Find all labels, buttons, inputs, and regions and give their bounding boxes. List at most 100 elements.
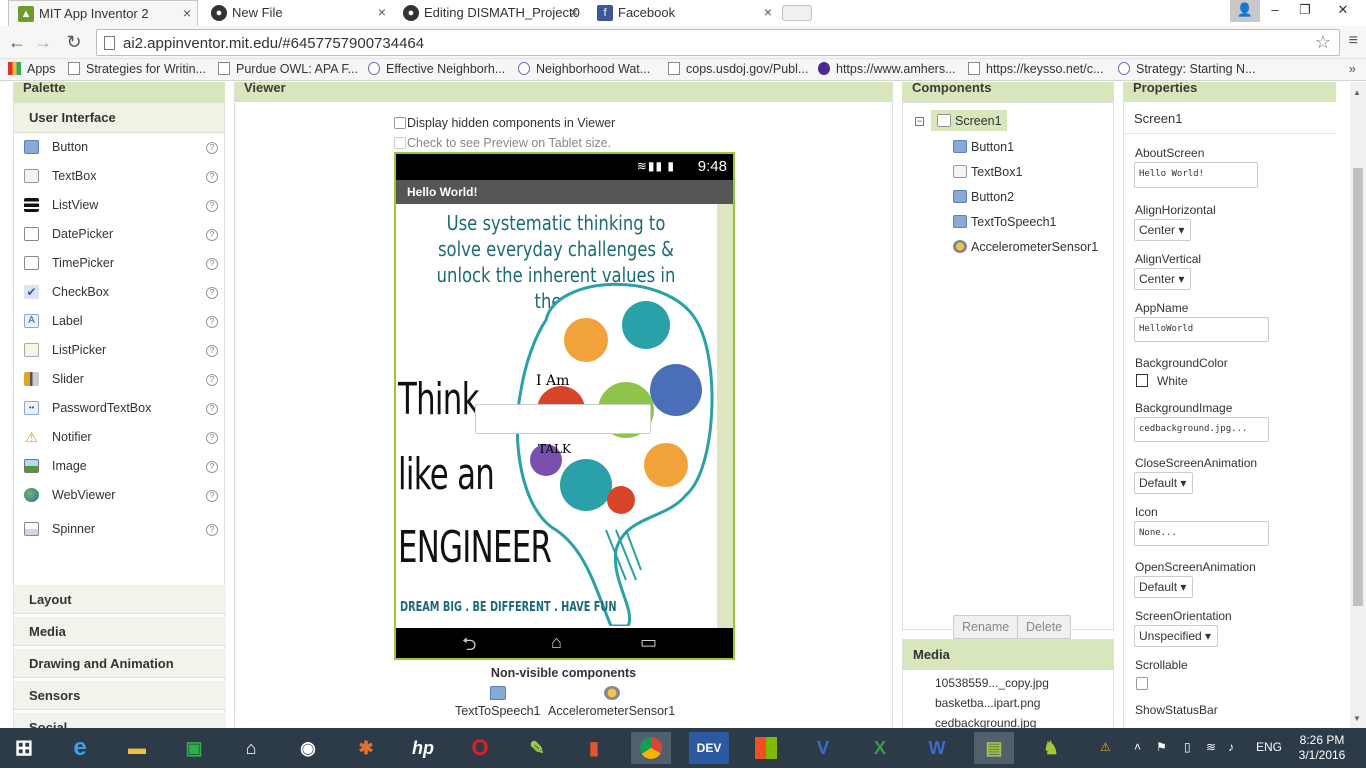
- palette-item-listpicker[interactable]: ListPicker?: [14, 336, 224, 365]
- new-tab-button[interactable]: [782, 5, 812, 21]
- bookmark-item[interactable]: Strategy: Starting N...: [1118, 62, 1256, 76]
- file-explorer-icon[interactable]: ▬: [117, 732, 157, 764]
- checkbox[interactable]: [394, 137, 406, 149]
- bookmark-item[interactable]: Neighborhood Wat...: [518, 62, 650, 76]
- help-icon[interactable]: ?: [206, 229, 218, 241]
- back-icon[interactable]: ←: [6, 31, 28, 53]
- palette-item-spinner[interactable]: Spinner?: [14, 515, 224, 544]
- visio-icon[interactable]: V: [803, 732, 843, 764]
- bookmark-item[interactable]: Effective Neighborh...: [368, 62, 505, 76]
- office-icon[interactable]: ▮: [574, 732, 614, 764]
- palette-item-webviewer[interactable]: WebViewer?: [14, 481, 224, 510]
- tree-node-texttospeech1[interactable]: TextToSpeech1: [953, 215, 1056, 229]
- collapse-icon[interactable]: −: [915, 117, 924, 126]
- window-close-button[interactable]: ✕: [1320, 0, 1366, 22]
- ms-icon[interactable]: [746, 732, 786, 764]
- alignvertical-select[interactable]: Center ▾: [1134, 268, 1192, 290]
- dev-icon[interactable]: DEV: [689, 732, 729, 764]
- checkbox[interactable]: [394, 117, 406, 129]
- appname-input[interactable]: HelloWorld: [1134, 317, 1269, 342]
- help-icon[interactable]: ?: [206, 287, 218, 299]
- palette-item-image[interactable]: Image?: [14, 452, 224, 481]
- bookmarks-more-icon[interactable]: »: [1349, 61, 1356, 76]
- media-file[interactable]: 10538559..._copy.jpg: [903, 673, 1113, 693]
- palette-item-passwordtextbox[interactable]: •• PasswordTextBox?: [14, 394, 224, 423]
- backgroundimage-input[interactable]: cedbackground.jpg...: [1134, 417, 1269, 442]
- aboutscreen-input[interactable]: Hello World!: [1134, 162, 1258, 188]
- tree-node-screen1[interactable]: Screen1: [931, 110, 1007, 131]
- help-icon[interactable]: ?: [206, 461, 218, 473]
- palette-item-textbox[interactable]: TextBox?: [14, 162, 224, 191]
- scroll-up-icon[interactable]: ▲: [1353, 88, 1361, 97]
- bookmark-item[interactable]: cops.usdoj.gov/Publ...: [668, 62, 808, 76]
- excel-icon[interactable]: X: [860, 732, 900, 764]
- help-icon[interactable]: ?: [206, 403, 218, 415]
- puzzle-icon[interactable]: ✱: [346, 732, 386, 764]
- palette-item-checkbox[interactable]: ✔ CheckBox?: [14, 278, 224, 307]
- tree-node-accelerometer1[interactable]: AccelerometerSensor1: [953, 240, 1098, 254]
- store-icon[interactable]: ▣: [174, 732, 214, 764]
- android-emulator-icon[interactable]: ▤: [974, 732, 1014, 764]
- hp-icon[interactable]: hp: [403, 732, 443, 764]
- talk-button[interactable]: TALK: [538, 442, 571, 456]
- openscreenanimation-select[interactable]: Default ▾: [1134, 576, 1194, 598]
- close-icon[interactable]: ×: [183, 1, 191, 26]
- help-icon[interactable]: ?: [206, 258, 218, 270]
- phone-screen[interactable]: Use systematic thinking to solve everyda…: [396, 204, 733, 628]
- palette-item-timepicker[interactable]: TimePicker?: [14, 249, 224, 278]
- delete-button[interactable]: Delete: [1017, 615, 1072, 639]
- closescreenanimation-select[interactable]: Default ▾: [1134, 472, 1194, 494]
- display-hidden-checkbox[interactable]: Display hidden components in Viewer: [394, 116, 615, 130]
- backgroundcolor-value[interactable]: White: [1157, 374, 1188, 388]
- page-scrollbar[interactable]: ▲ ▼: [1350, 82, 1366, 728]
- tab-editing-project[interactable]: ● Editing DISMATH_Project0 ×: [394, 0, 584, 26]
- camera-icon[interactable]: ◉: [288, 732, 328, 764]
- category-social[interactable]: Social: [14, 712, 226, 728]
- phone-textbox[interactable]: [475, 404, 651, 434]
- scrollbar-thumb[interactable]: [1353, 168, 1363, 606]
- category-drawing-animation[interactable]: Drawing and Animation: [14, 648, 226, 678]
- notification-icon[interactable]: ⚠: [1100, 740, 1111, 754]
- user-icon[interactable]: 👤: [1230, 0, 1260, 22]
- alignhorizontal-select[interactable]: Center ▾: [1134, 219, 1192, 241]
- nonvisible-accelerometer[interactable]: AccelerometerSensor1: [548, 686, 675, 718]
- tree-node-textbox1[interactable]: TextBox1: [953, 165, 1022, 179]
- tree-node-button2[interactable]: Button2: [953, 190, 1014, 204]
- bookmark-apps[interactable]: Apps: [8, 62, 56, 76]
- category-user-interface[interactable]: User Interface: [14, 103, 224, 133]
- tray-chevron-icon[interactable]: ˄: [1134, 740, 1141, 754]
- help-icon[interactable]: ?: [206, 432, 218, 444]
- phone-scroll-track[interactable]: [717, 204, 733, 628]
- wifi-icon[interactable]: ≋: [1206, 740, 1216, 754]
- icon-input[interactable]: None...: [1134, 521, 1269, 546]
- language-indicator[interactable]: ENG: [1256, 740, 1282, 754]
- help-icon[interactable]: ?: [206, 490, 218, 502]
- taskbar-clock[interactable]: 8:26 PM 3/1/2016: [1292, 733, 1352, 763]
- help-icon[interactable]: ?: [206, 316, 218, 328]
- forward-icon[interactable]: →: [32, 31, 54, 53]
- help-icon[interactable]: ?: [206, 200, 218, 212]
- scrollable-checkbox[interactable]: [1136, 677, 1148, 690]
- menu-icon[interactable]: ≡: [1349, 32, 1358, 50]
- palette-item-notifier[interactable]: ⚠ Notifier?: [14, 423, 224, 452]
- bookmark-item[interactable]: https://www.amhers...: [818, 62, 955, 76]
- address-bar[interactable]: ai2.appinventor.mit.edu/#645775790073446…: [96, 29, 1340, 56]
- media-file[interactable]: cedbackground.jpg: [903, 713, 1113, 728]
- help-icon[interactable]: ?: [206, 524, 218, 536]
- close-icon[interactable]: ×: [378, 0, 386, 25]
- palette-item-listview[interactable]: ListView?: [14, 191, 224, 220]
- nonvisible-texttospeech[interactable]: TextToSpeech1: [455, 686, 540, 718]
- bookmark-star-icon[interactable]: ☆: [1315, 32, 1331, 53]
- bookmark-item[interactable]: https://keysso.net/c...: [968, 62, 1103, 76]
- palette-item-button[interactable]: Button?: [14, 133, 224, 162]
- close-icon[interactable]: ×: [764, 0, 772, 25]
- tree-node-button1[interactable]: Button1: [953, 140, 1014, 154]
- word-icon[interactable]: W: [917, 732, 957, 764]
- internet-explorer-icon[interactable]: e: [60, 732, 100, 764]
- category-sensors[interactable]: Sensors: [14, 680, 226, 710]
- palette-item-slider[interactable]: Slider?: [14, 365, 224, 394]
- close-icon[interactable]: ×: [570, 0, 578, 25]
- android-icon[interactable]: ♞: [1031, 732, 1071, 764]
- reload-icon[interactable]: ↻: [63, 31, 85, 53]
- tab-app-inventor[interactable]: ▲ MIT App Inventor 2 ×: [8, 0, 198, 26]
